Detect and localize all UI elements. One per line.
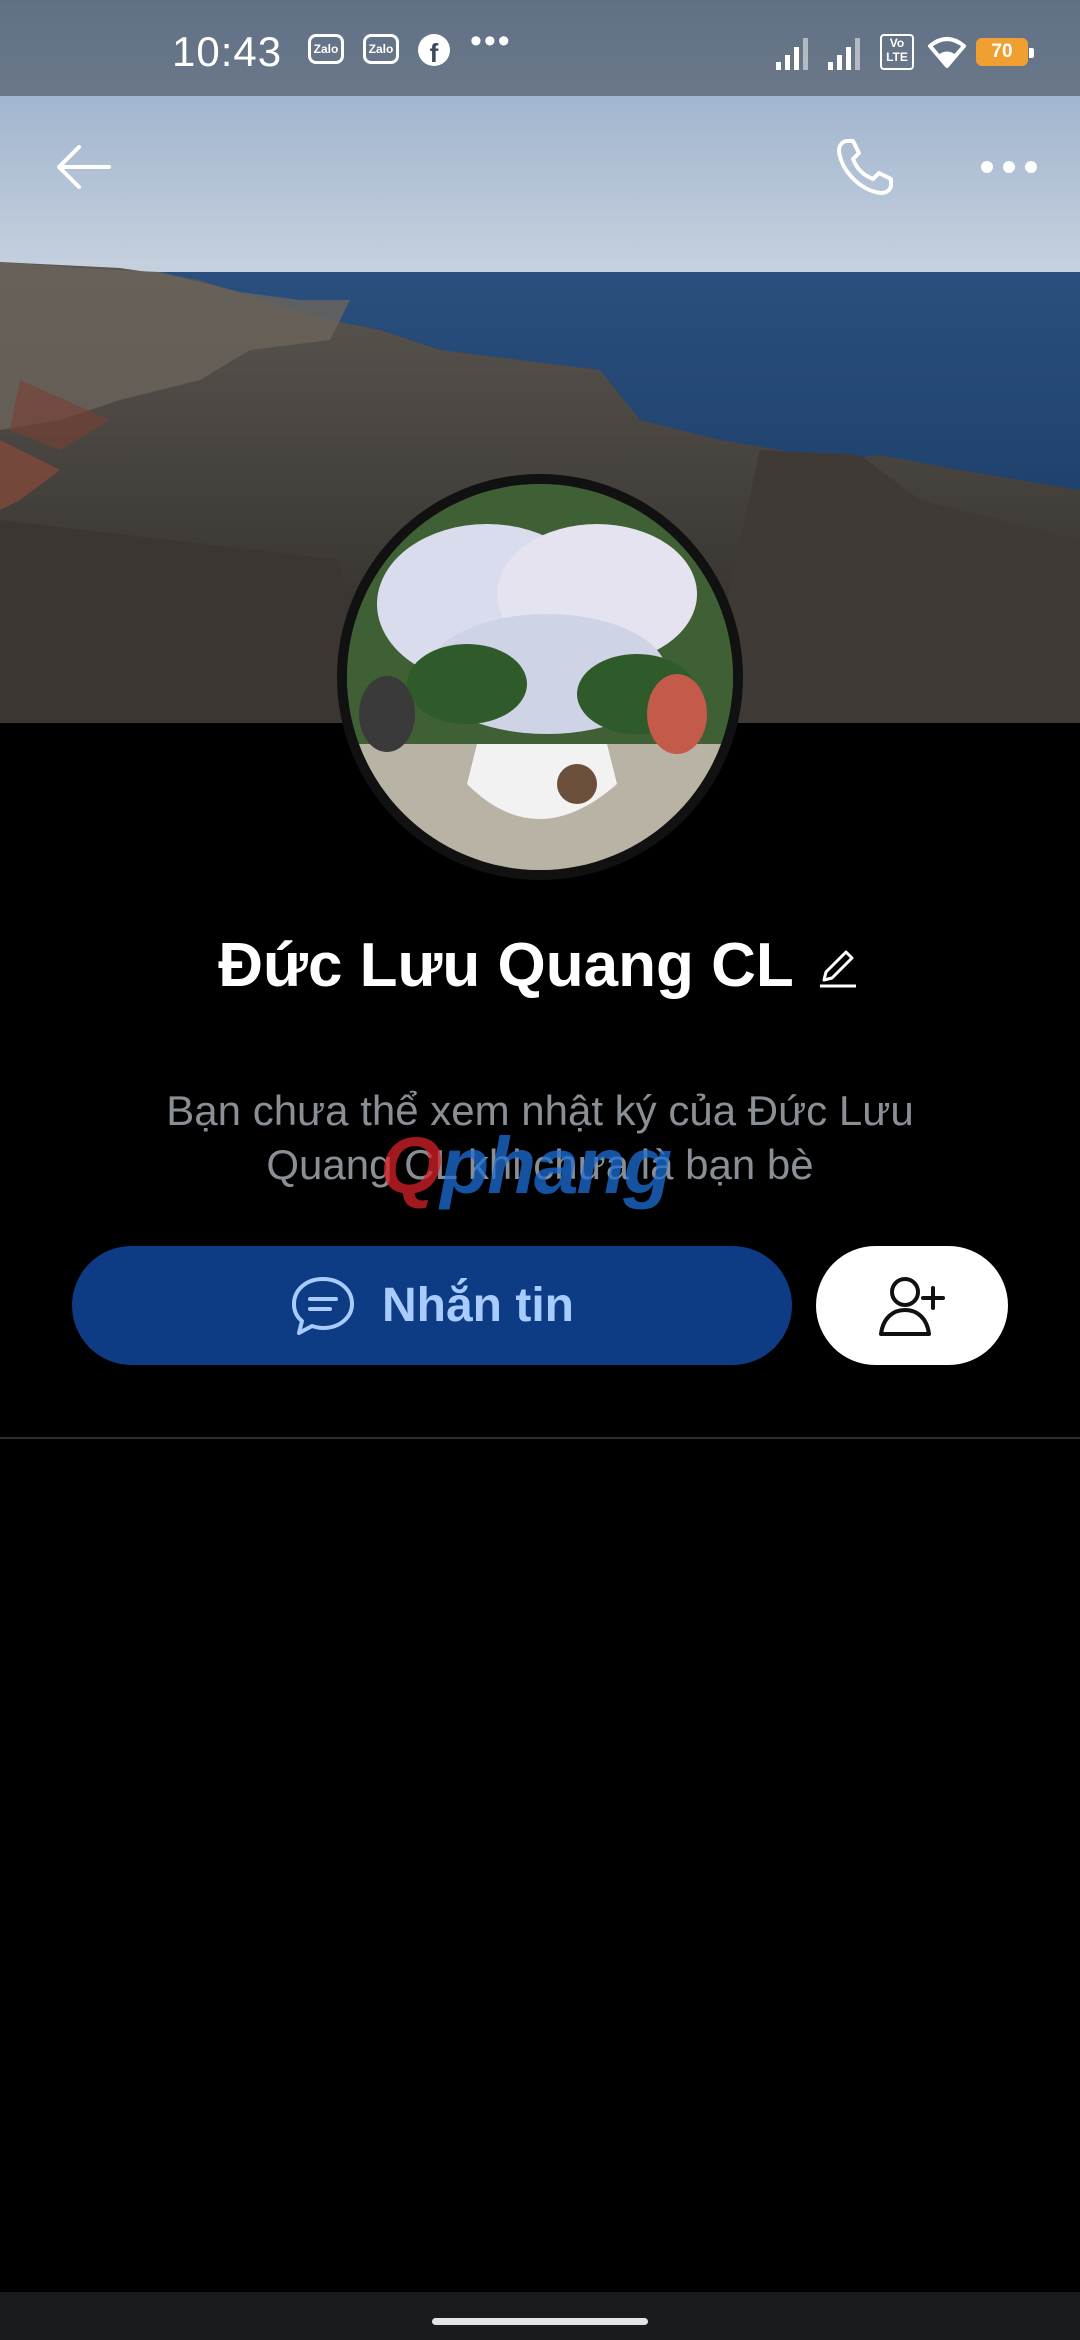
profile-name-row: Đức Lưu Quang CL (0, 930, 1080, 1001)
back-button[interactable] (38, 122, 128, 212)
section-divider (0, 1437, 1080, 1439)
more-dots-icon: ••• (470, 22, 512, 60)
edit-name-button[interactable] (814, 942, 862, 990)
chat-bubble-icon (292, 1276, 354, 1335)
pencil-icon (819, 950, 856, 987)
message-button[interactable]: Nhắn tin (72, 1246, 792, 1365)
status-bar: 10:43 Zalo Zalo f ••• Vo LTE 70 (0, 0, 1080, 96)
wifi-icon (928, 37, 966, 68)
status-time: 10:43 (172, 28, 283, 75)
add-friend-button[interactable] (816, 1246, 1008, 1365)
facebook-icon: f (418, 34, 450, 66)
signal-strength-icon (776, 38, 808, 70)
profile-avatar[interactable] (337, 474, 743, 880)
phone-icon (837, 139, 893, 195)
watermark-logo: Qphang (380, 1121, 672, 1210)
volte-icon: Vo LTE (880, 34, 914, 70)
zalo-icon: Zalo (308, 34, 344, 64)
arrow-left-icon (57, 145, 111, 189)
more-horizontal-icon (981, 161, 1037, 173)
message-button-label: Nhắn tin (382, 1279, 574, 1332)
battery-icon: 70 (976, 38, 1034, 66)
signal-strength-icon (828, 38, 860, 70)
profile-name: Đức Lưu Quang CL (218, 931, 794, 1000)
add-user-icon (879, 1276, 945, 1336)
home-indicator[interactable] (432, 2318, 648, 2325)
zalo-icon: Zalo (363, 34, 399, 64)
system-nav-bar (0, 2292, 1080, 2340)
call-button[interactable] (820, 122, 910, 212)
more-options-button[interactable] (964, 122, 1054, 212)
avatar-image (347, 484, 733, 870)
